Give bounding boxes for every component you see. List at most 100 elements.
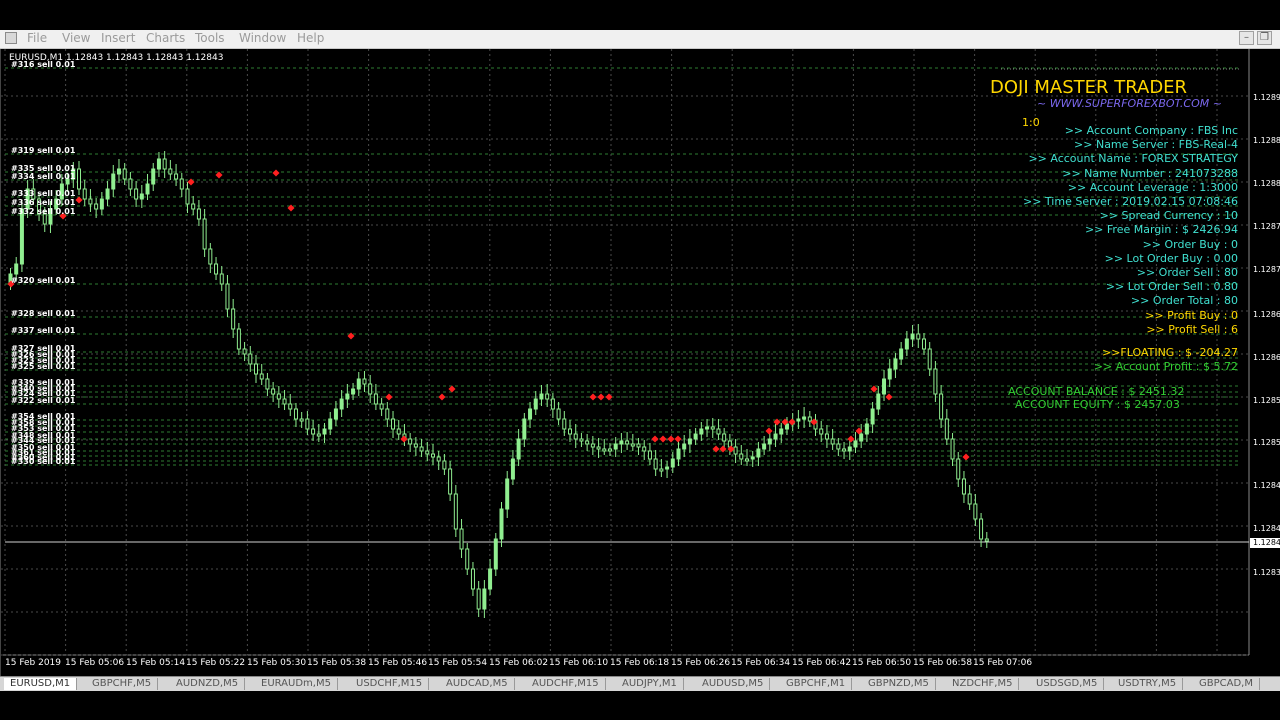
candle-body [168,168,173,175]
candle-body [430,453,435,458]
chart-tab[interactable]: AUDNZD,M5 [170,678,246,690]
candle-body [156,158,161,170]
candle-body [419,446,424,452]
candle-body [739,453,744,460]
account-info-line: >> Lot Order Sell : 0.80 [1105,280,1238,294]
candle-body [967,493,972,505]
account-balance-value: ACCOUNT BALANCE : $ 2451.32 [1008,385,1185,398]
time-tick: 15 Feb 06:50 [852,658,912,668]
candle-body [893,358,898,370]
candle-body [859,433,864,442]
candle-body [733,446,738,455]
candle-body [767,438,772,445]
candle-body [916,333,921,340]
candle-body [910,333,915,340]
candle-body [476,588,481,610]
candle-body [356,378,361,390]
chart-tab[interactable]: EURUSD,M1 [4,678,78,690]
chart-tab[interactable]: USDCHF,M15 [350,678,430,690]
candle-body [887,368,892,380]
account-info-line: >> Order Total : 80 [1130,294,1238,308]
floating-value: >>FLOATING : $ -204.27 [1101,346,1238,359]
menu-tools[interactable]: Tools [195,31,225,45]
candle-body [111,173,116,190]
candle-body [293,408,298,420]
chart-tab[interactable]: AUDCAD,M5 [440,678,515,690]
chart-tab[interactable]: GBPCHF,M1 [780,678,853,690]
candle-body [271,388,276,395]
price-tick: 1.1285 [1253,438,1280,447]
candle-body [921,338,926,350]
candle-body [750,456,755,460]
candle-body [231,308,236,330]
chart-tab[interactable]: USDTRY,M5 [1112,678,1184,690]
menu-view[interactable]: View [62,31,90,45]
chart-tab[interactable]: GBPNZD,M5 [862,678,936,690]
price-tick: 1.1284 [1253,524,1280,533]
price-tick: 1.1288 [1253,179,1280,188]
minimize-icon[interactable]: – [1239,31,1254,45]
chart-tab[interactable]: AUDUSD,M5 [696,678,771,690]
candle-body [722,433,727,442]
candle-body [19,208,24,265]
candle-body [134,188,139,200]
candle-body [899,348,904,360]
time-tick: 15 Feb 06:18 [610,658,670,668]
trade-label: #332 sell 0.01 [11,207,76,216]
chart-tab[interactable]: GBPCAD,M [1193,678,1260,690]
chart-tab[interactable]: USDSGD,M5 [1030,678,1105,690]
candle-body [665,466,670,470]
candle-body [391,418,396,430]
candle-body [311,428,316,435]
candle-body [933,368,938,395]
menu-insert[interactable]: Insert [101,31,135,45]
chart-tab[interactable]: NZDCHF,M5 [946,678,1020,690]
menu-charts[interactable]: Charts [146,31,185,45]
candle-body [191,203,196,210]
candle-body [927,348,932,370]
chart-tab[interactable]: GBPCHF,M5 [86,678,159,690]
candle-body [682,443,687,450]
candle-body [116,168,121,175]
candle-body [442,460,447,470]
chart-tab[interactable]: AUDCHF,M15 [526,678,606,690]
candle-body [162,158,167,170]
candle-body [248,353,253,365]
candle-body [590,443,595,448]
candle-body [505,478,510,510]
time-tick: 15 Feb 06:58 [913,658,973,668]
menu-help[interactable]: Help [297,31,324,45]
candle-body [579,438,584,442]
candle-body [762,443,767,450]
account-profit-value: >> Account Profit : $ 5.72 [1093,360,1238,373]
candle-body [573,433,578,440]
candle-body [482,588,487,610]
chart-tab[interactable]: AUDJPY,M1 [616,678,684,690]
candle-body [208,248,213,265]
trade-label: #325 sell 0.01 [11,362,76,371]
candle-body [385,408,390,420]
candle-body [528,408,533,420]
candle-body [470,568,475,590]
candle-body [585,440,590,445]
candle-body [870,408,875,425]
time-tick: 15 Feb 06:02 [489,658,549,668]
candle-body [345,393,350,400]
restore-icon[interactable]: ❐ [1257,31,1272,45]
sell-order-marker [765,427,773,435]
menu-window[interactable]: Window [239,31,286,45]
trade-label: #320 sell 0.01 [11,276,76,285]
trade-label: #316 sell 0.01 [11,60,76,69]
candle-body [939,393,944,420]
candle-body [99,198,104,210]
candle-body [836,443,841,450]
candle-body [339,398,344,410]
sell-order-marker [659,435,667,443]
candle-body [562,418,567,430]
candle-body [944,418,949,440]
app-icon[interactable] [5,32,17,44]
account-info-line: >> Free Margin : $ 2426.94 [1084,223,1238,237]
menu-file[interactable]: File [27,31,47,45]
candle-body [636,443,641,448]
chart-tab[interactable]: EURAUDm,M5 [255,678,338,690]
